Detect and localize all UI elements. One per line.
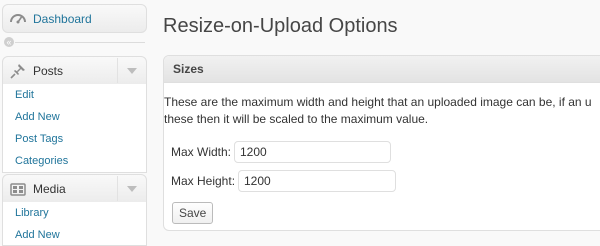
page-title: Resize-on-Upload Options	[163, 15, 398, 37]
menu-posts[interactable]: Posts	[2, 56, 147, 85]
submenu-item-add-new-media[interactable]: Add New	[3, 224, 146, 246]
description-line-1: These are the maximum width and height t…	[164, 95, 592, 109]
submenu-item-add-new-post[interactable]: Add New	[3, 106, 146, 128]
max-width-input[interactable]	[234, 141, 391, 163]
admin-sidebar: Dashboard « Posts Edit Add New Post Tags…	[0, 0, 150, 246]
main-content: Resize-on-Upload Options Sizes These are…	[163, 0, 600, 242]
menu-dashboard[interactable]: Dashboard	[2, 4, 147, 33]
max-height-label: Max Height:	[171, 174, 236, 188]
menu-media[interactable]: Media	[2, 174, 147, 203]
description-line-2: these then it will be scaled to the maxi…	[164, 112, 429, 126]
collapse-divider	[15, 42, 145, 43]
posts-submenu: Edit Add New Post Tags Categories	[2, 84, 147, 173]
postbox-title: Sizes	[164, 56, 600, 83]
submenu-item-post-tags[interactable]: Post Tags	[3, 128, 146, 150]
chevron-down-icon[interactable]	[117, 58, 145, 83]
max-width-label: Max Width:	[171, 145, 232, 159]
menu-dashboard-label: Dashboard	[33, 12, 92, 26]
submenu-item-edit[interactable]: Edit	[3, 84, 146, 106]
dashboard-icon	[10, 11, 26, 27]
menu-media-label: Media	[33, 182, 66, 196]
menu-posts-label: Posts	[33, 64, 64, 78]
media-icon	[10, 181, 26, 197]
pushpin-icon	[10, 63, 26, 79]
submenu-item-categories[interactable]: Categories	[3, 150, 146, 172]
chevron-down-icon[interactable]	[117, 176, 145, 201]
max-height-input[interactable]	[238, 170, 396, 192]
submenu-item-library[interactable]: Library	[3, 202, 146, 224]
sizes-postbox: Sizes These are the maximum width and he…	[163, 55, 600, 231]
description-text: These are the maximum width and height t…	[164, 94, 600, 128]
collapse-menu-icon[interactable]: «	[4, 37, 14, 47]
media-submenu: Library Add New	[2, 202, 147, 246]
save-button[interactable]: Save	[172, 202, 214, 224]
